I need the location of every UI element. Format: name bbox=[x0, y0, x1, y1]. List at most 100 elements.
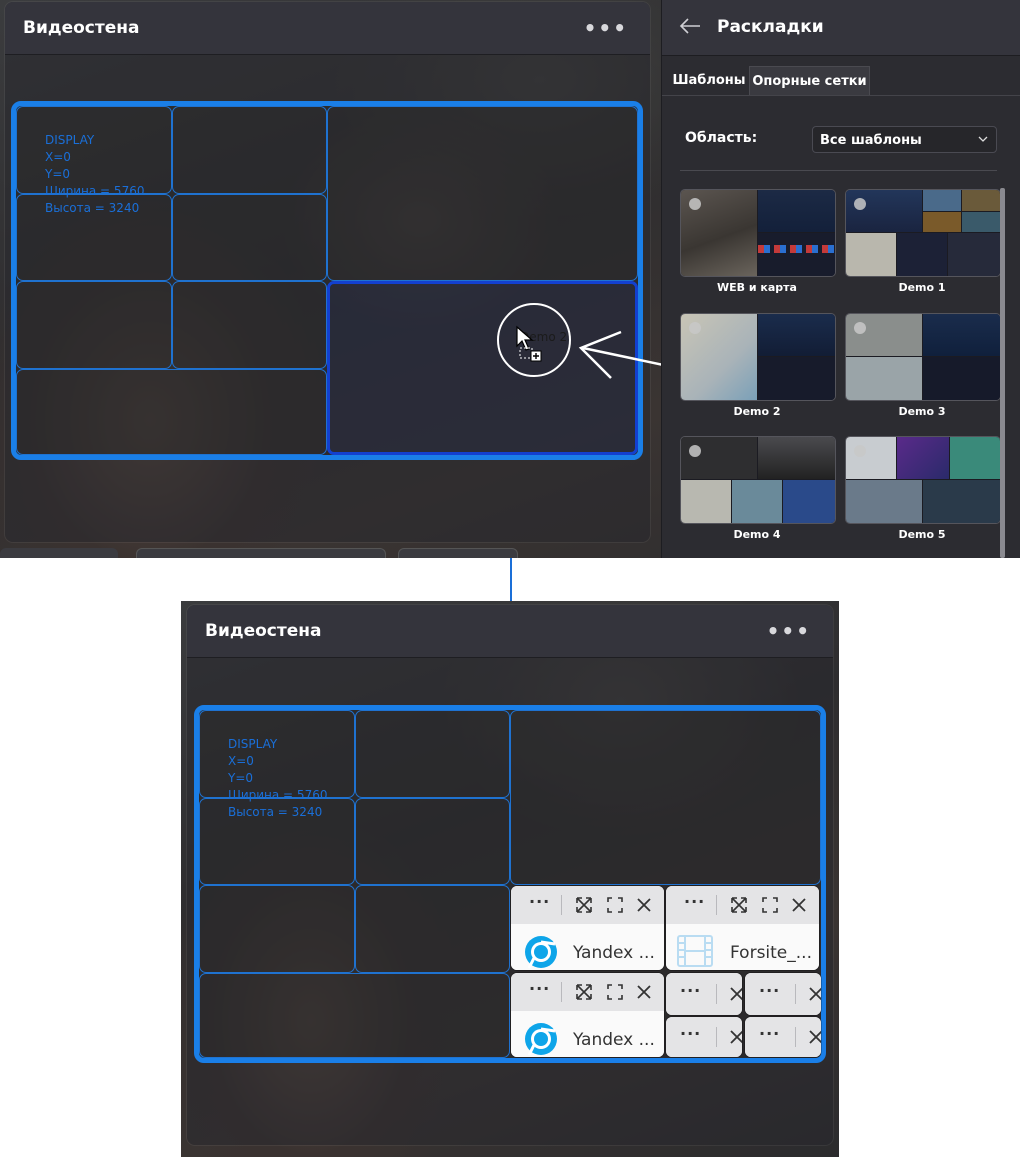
tile-content: Yandex ... bbox=[511, 1011, 664, 1057]
tile-toolbar: ··· bbox=[511, 886, 664, 924]
select-radio[interactable] bbox=[854, 322, 866, 334]
templates-scrollbar[interactable] bbox=[1000, 188, 1005, 558]
template-thumb-demo-2[interactable] bbox=[680, 313, 836, 401]
close-icon[interactable] bbox=[807, 1028, 821, 1046]
tile-toolbar: ··· bbox=[666, 973, 742, 1015]
layouts-title: Раскладки bbox=[717, 17, 824, 37]
tile-toolbar: ··· bbox=[745, 1017, 821, 1057]
window-tile[interactable]: ··· Yandex ... bbox=[511, 886, 664, 970]
select-radio[interactable] bbox=[689, 322, 701, 334]
tile-content: Yandex ... bbox=[511, 924, 664, 970]
window-tile[interactable]: ··· Yandex ... bbox=[511, 973, 664, 1057]
tile-menu-button[interactable]: ··· bbox=[529, 892, 550, 911]
fullscreen-icon[interactable] bbox=[606, 983, 624, 1001]
template-label: Demo 2 bbox=[733, 405, 781, 418]
callout-connector-line bbox=[510, 558, 512, 602]
window-tile-small[interactable]: ··· bbox=[745, 1017, 821, 1057]
display-info-text: DISPLAY X=0 Y=0 Ширина = 5760 Высота = 3… bbox=[228, 737, 328, 819]
tile-menu-button[interactable]: ··· bbox=[529, 979, 550, 998]
select-radio[interactable] bbox=[854, 198, 866, 210]
divider bbox=[795, 1027, 796, 1047]
display-info-text: DISPLAY X=0 Y=0 Ширина = 5760 Высота = 3… bbox=[45, 133, 145, 215]
close-icon[interactable] bbox=[807, 985, 821, 1003]
tile-app-name: Forsite_... bbox=[730, 943, 812, 963]
tile-menu-button[interactable]: ··· bbox=[684, 892, 705, 911]
tab-divider bbox=[662, 95, 1020, 96]
wall-cell[interactable] bbox=[355, 710, 510, 798]
drag-copy-cursor-icon bbox=[516, 325, 542, 362]
divider bbox=[680, 170, 997, 171]
select-radio[interactable] bbox=[689, 445, 701, 457]
bottom-screenshot: Видеостена ••• DISPLAY X=0 Y=0 Ширина = … bbox=[181, 601, 839, 1157]
chevron-down-icon bbox=[978, 136, 988, 142]
restore-icon[interactable] bbox=[730, 896, 748, 914]
select-radio[interactable] bbox=[854, 445, 866, 457]
tile-app-name: Yandex ... bbox=[573, 943, 655, 963]
template-label: Demo 1 bbox=[898, 281, 946, 294]
template-thumb-demo-1[interactable] bbox=[845, 189, 1001, 277]
videowall-title: Видеостена bbox=[23, 18, 140, 38]
tile-menu-button[interactable]: ··· bbox=[680, 981, 701, 1000]
tab-templates[interactable]: Шаблоны bbox=[668, 66, 750, 96]
template-label: WEB и карта bbox=[717, 281, 797, 294]
template-label: Demo 5 bbox=[898, 528, 946, 541]
tile-toolbar: ··· bbox=[745, 973, 821, 1015]
toolbar-segment bbox=[0, 548, 118, 558]
wall-cell[interactable] bbox=[199, 973, 510, 1058]
close-icon[interactable] bbox=[635, 983, 653, 1001]
divider bbox=[716, 1027, 717, 1047]
tab-reference-grids[interactable]: Опорные сетки bbox=[749, 66, 870, 96]
tile-toolbar: ··· bbox=[511, 973, 664, 1011]
wall-cell[interactable] bbox=[172, 281, 327, 369]
template-label: Demo 4 bbox=[733, 528, 781, 541]
wall-cell[interactable] bbox=[355, 885, 510, 973]
window-tile-small[interactable]: ··· bbox=[666, 1017, 742, 1057]
restore-icon[interactable] bbox=[575, 983, 593, 1001]
wall-cell[interactable] bbox=[510, 710, 821, 885]
window-tile-small[interactable]: ··· bbox=[666, 973, 742, 1015]
template-thumb-demo-5[interactable] bbox=[845, 436, 1001, 524]
divider bbox=[561, 895, 562, 915]
more-options-button[interactable]: ••• bbox=[767, 619, 811, 643]
divider bbox=[716, 895, 717, 915]
tile-menu-button[interactable]: ··· bbox=[680, 1024, 701, 1043]
wall-cell[interactable] bbox=[199, 885, 355, 973]
window-tile-small[interactable]: ··· bbox=[745, 973, 821, 1015]
template-label: Demo 3 bbox=[898, 405, 946, 418]
divider bbox=[795, 984, 796, 1004]
template-thumb-demo-3[interactable] bbox=[845, 313, 1001, 401]
divider bbox=[561, 982, 562, 1002]
tile-app-name: Yandex ... bbox=[573, 1030, 655, 1050]
toolbar-segment bbox=[136, 548, 386, 558]
wall-cell[interactable] bbox=[16, 281, 172, 369]
toolbar-segment bbox=[398, 548, 518, 558]
videowall-canvas[interactable]: DISPLAY X=0 Y=0 Ширина = 5760 Высота = 3… bbox=[11, 101, 643, 460]
film-icon bbox=[677, 935, 713, 967]
select-radio[interactable] bbox=[689, 198, 701, 210]
template-thumb-demo-4[interactable] bbox=[680, 436, 836, 524]
wall-cell[interactable] bbox=[355, 798, 510, 885]
fullscreen-icon[interactable] bbox=[761, 896, 779, 914]
tile-menu-button[interactable]: ··· bbox=[759, 1024, 780, 1043]
tile-content: Forsite_... bbox=[666, 924, 819, 970]
chrome-icon bbox=[525, 936, 557, 969]
close-icon[interactable] bbox=[790, 896, 808, 914]
more-options-button[interactable]: ••• bbox=[584, 16, 628, 40]
tile-toolbar: ··· bbox=[666, 886, 819, 924]
restore-icon[interactable] bbox=[575, 896, 593, 914]
close-icon[interactable] bbox=[728, 1028, 742, 1046]
template-thumb-web-map[interactable] bbox=[680, 189, 836, 277]
wall-cell[interactable] bbox=[172, 106, 327, 194]
wall-cell[interactable] bbox=[327, 106, 638, 281]
wall-cell[interactable] bbox=[172, 194, 327, 281]
tile-toolbar: ··· bbox=[666, 1017, 742, 1057]
fullscreen-icon[interactable] bbox=[606, 896, 624, 914]
window-tile[interactable]: ··· Forsite_... bbox=[666, 886, 819, 970]
tile-menu-button[interactable]: ··· bbox=[759, 981, 780, 1000]
close-icon[interactable] bbox=[635, 896, 653, 914]
back-arrow-icon[interactable] bbox=[678, 14, 702, 38]
wall-cell[interactable] bbox=[16, 369, 327, 455]
close-icon[interactable] bbox=[728, 985, 742, 1003]
area-select[interactable]: Все шаблоны bbox=[812, 126, 997, 153]
layouts-panel: Раскладки Шаблоны Опорные сетки Область:… bbox=[661, 0, 1020, 558]
